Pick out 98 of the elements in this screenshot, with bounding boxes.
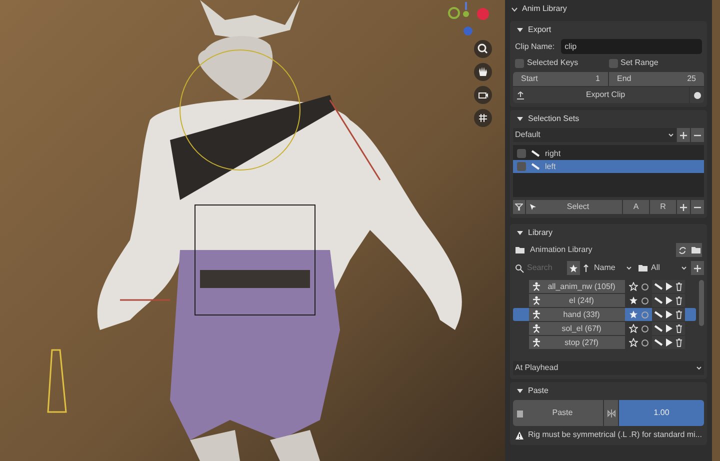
checkbox[interactable]	[608, 58, 618, 68]
sort-dropdown[interactable]: Name	[592, 261, 634, 275]
chevron-icon	[681, 265, 687, 271]
folder-icon	[690, 245, 700, 255]
folder-icon	[515, 245, 525, 255]
library-name: Animation Library	[530, 244, 594, 256]
add-icon[interactable]	[679, 202, 688, 212]
field-label: Clip Name:	[515, 40, 555, 52]
trash-icon[interactable]	[675, 338, 683, 347]
figure-icon	[532, 338, 541, 347]
mirror-button[interactable]	[604, 400, 618, 426]
blend-field[interactable]: 1.00	[619, 400, 704, 426]
filter-button[interactable]	[513, 200, 525, 214]
star-outline-icon[interactable]	[629, 324, 638, 333]
scrollbar[interactable]	[699, 280, 704, 326]
insert-mode-dropdown[interactable]: At Playhead	[513, 361, 704, 375]
circle-icon[interactable]	[641, 324, 649, 332]
checkbox[interactable]	[517, 162, 526, 171]
select-button[interactable]: Select	[526, 200, 622, 214]
folder-button[interactable]	[689, 243, 702, 257]
clip-row[interactable]: el (24f)	[513, 294, 696, 307]
add-icon[interactable]	[693, 264, 702, 272]
mirror-icon	[606, 408, 616, 418]
search-icon	[515, 264, 524, 272]
reset-button[interactable]: R	[650, 200, 676, 214]
panel-title: Paste	[528, 385, 548, 397]
chevron-icon	[668, 132, 674, 138]
figure-icon	[532, 324, 541, 333]
remove-button[interactable]	[691, 200, 704, 214]
select-all-button[interactable]: A	[623, 200, 649, 214]
warning-icon	[515, 430, 524, 440]
collapse-icon[interactable]	[516, 387, 524, 395]
clip-name[interactable]: hand (33f)	[529, 308, 625, 321]
panel-title: Selection Sets	[528, 113, 580, 125]
set-dropdown[interactable]: Default	[513, 128, 676, 142]
clip-name[interactable]: stop (27f)	[529, 336, 625, 349]
refresh-button[interactable]	[676, 243, 689, 257]
refresh-icon	[678, 246, 687, 254]
camera-icon[interactable]	[474, 86, 492, 104]
zoom-icon[interactable]	[474, 40, 492, 58]
add-icon[interactable]	[679, 130, 688, 140]
checkbox-label[interactable]: Selected Keys	[527, 57, 578, 69]
hand-icon[interactable]	[474, 63, 492, 81]
paste-button[interactable]: Paste	[513, 400, 603, 426]
star-icon	[569, 264, 578, 272]
circle-icon[interactable]	[641, 282, 649, 290]
panel-title: Export	[528, 24, 552, 36]
checkbox[interactable]	[517, 149, 526, 158]
clip-name[interactable]: all_anim_nw (105f)	[529, 280, 625, 293]
favorites-toggle[interactable]	[567, 261, 580, 275]
trash-icon[interactable]	[675, 324, 683, 333]
panel-header: Anim Library	[522, 3, 567, 15]
options-button[interactable]	[690, 87, 704, 103]
clip-name-field[interactable]: clip	[560, 39, 702, 54]
star-outline-icon[interactable]	[629, 338, 638, 347]
figure-icon	[532, 310, 541, 319]
figure-icon	[532, 296, 541, 305]
filter-dropdown[interactable]: All	[636, 261, 689, 275]
figure-icon	[532, 282, 541, 291]
cursor-icon	[529, 203, 537, 211]
sort-arrow-icon[interactable]	[582, 264, 590, 272]
trash-icon[interactable]	[675, 296, 683, 305]
star-icon[interactable]	[629, 296, 638, 305]
clip-row[interactable]: sol_el (67f)	[513, 322, 696, 335]
circle-icon[interactable]	[641, 338, 649, 346]
chevron-icon	[696, 365, 702, 371]
chevron-icon[interactable]	[511, 6, 518, 12]
list-item[interactable]: right	[513, 147, 704, 160]
clip-row[interactable]: hand (33f)	[513, 308, 696, 321]
chevron-icon	[626, 265, 632, 271]
clip-name[interactable]: sol_el (67f)	[529, 322, 625, 335]
star-outline-icon[interactable]	[629, 282, 638, 291]
circle-icon[interactable]	[641, 296, 649, 304]
clip-row[interactable]: all_anim_nw (105f)	[513, 280, 696, 293]
number-field[interactable]: Start 1	[513, 72, 608, 86]
clip-name[interactable]: el (24f)	[529, 294, 625, 307]
star-icon[interactable]	[629, 310, 638, 319]
warning-text: Rig must be symmetrical (.L .R) for standard mi...	[528, 429, 702, 441]
add-button[interactable]	[677, 128, 690, 142]
trash-icon[interactable]	[675, 282, 683, 291]
export-button[interactable]: Export Clip	[513, 87, 689, 103]
grid-icon[interactable]	[474, 109, 492, 127]
collapse-icon[interactable]	[516, 26, 524, 34]
trash-icon[interactable]	[675, 310, 683, 319]
collapse-icon[interactable]	[516, 115, 524, 123]
collapse-icon[interactable]	[516, 229, 524, 237]
filter-icon	[515, 203, 523, 211]
remove-button[interactable]	[691, 128, 704, 142]
add-button[interactable]	[677, 200, 690, 214]
number-field[interactable]: End 25	[609, 72, 704, 86]
checkbox[interactable]	[515, 58, 524, 68]
add-button[interactable]	[691, 261, 704, 275]
folder-icon	[638, 263, 648, 273]
clip-row[interactable]: stop (27f)	[513, 336, 696, 349]
panel-title: Library	[528, 227, 552, 239]
checkbox-label[interactable]: Set Range	[620, 57, 658, 69]
list-item[interactable]: left	[513, 160, 704, 173]
upload-icon	[516, 90, 525, 100]
